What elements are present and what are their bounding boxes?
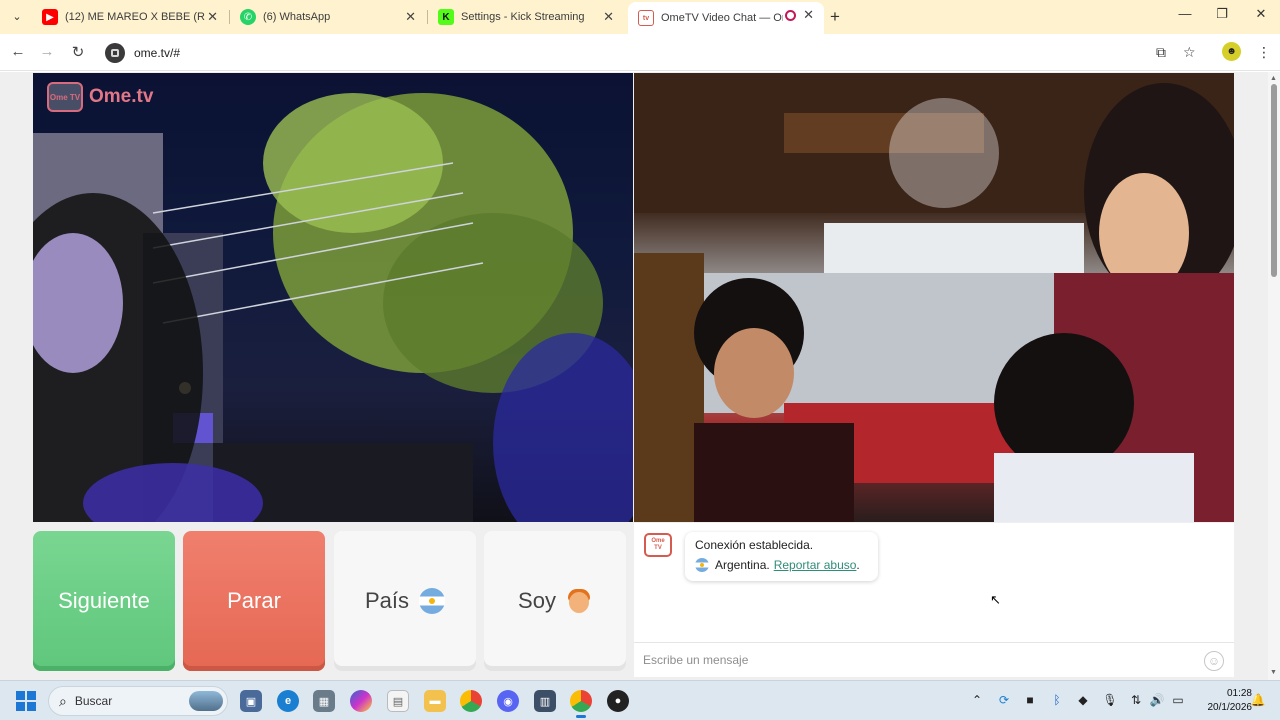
scrollbar[interactable]: ▲ ▼ xyxy=(1268,72,1280,680)
close-icon[interactable]: ✕ xyxy=(803,7,814,23)
ometv-logo-text: Ome.tv xyxy=(89,86,154,107)
install-app-icon[interactable]: ⧉ xyxy=(1156,44,1166,61)
next-button-label: Siguiente xyxy=(58,588,150,613)
ometv-logo-badge: Ome TV xyxy=(47,82,83,112)
search-icon: ⌕ xyxy=(59,692,67,709)
kick-icon: K xyxy=(438,9,454,25)
tray-overflow-icon[interactable]: ⌃ xyxy=(969,693,985,707)
close-window-icon[interactable]: ✕ xyxy=(1251,6,1271,22)
next-button[interactable]: Siguiente xyxy=(33,531,175,671)
stop-button-label: Parar xyxy=(227,588,281,613)
search-label: Buscar xyxy=(74,694,113,708)
minimize-icon[interactable]: — xyxy=(1175,6,1195,21)
boy-avatar-icon xyxy=(566,588,592,614)
youtube-icon: ▶ xyxy=(42,9,58,25)
nvidia-icon[interactable]: ■ xyxy=(1022,693,1038,707)
tab-strip: ⌄ ▶ (12) ME MAREO X BEBE (REMIX ✕ ✆ (6) … xyxy=(0,0,1280,34)
scroll-thumb[interactable] xyxy=(1271,84,1277,277)
photos-app-icon[interactable]: ▣ xyxy=(240,690,262,712)
obs-icon[interactable]: ● xyxy=(607,690,629,712)
microphone-icon[interactable]: 🎙 xyxy=(1102,693,1118,707)
tab-search-chevron-icon[interactable]: ⌄ xyxy=(8,8,26,26)
chrome-icon[interactable] xyxy=(460,690,482,712)
close-icon[interactable]: ✕ xyxy=(405,9,416,25)
scroll-down-icon[interactable]: ▼ xyxy=(1270,669,1277,676)
search-highlight-image xyxy=(189,691,223,711)
reload-icon[interactable]: ↻ xyxy=(69,43,87,61)
gender-button[interactable]: Soy xyxy=(484,531,626,671)
stop-button[interactable]: Parar xyxy=(183,531,325,671)
chat-panel: Ome TV Conexión establecida. Argentina. R… xyxy=(634,523,1234,677)
whatsapp-icon: ✆ xyxy=(240,9,256,25)
file-explorer-icon[interactable]: ▬ xyxy=(424,690,446,712)
notification-bell-icon[interactable]: 🔔 xyxy=(1250,693,1266,707)
tab-title: OmeTV Video Chat — Ome xyxy=(661,12,783,24)
tab-title: Settings - Kick Streaming xyxy=(461,11,585,23)
taskbar-clock[interactable]: 01:28 20/1/2026 xyxy=(1192,687,1253,715)
message-input[interactable] xyxy=(643,653,1183,667)
ometv-logo[interactable]: Ome TV Ome.tv xyxy=(47,82,153,112)
recording-icon xyxy=(785,10,796,21)
report-abuse-link[interactable]: Reportar abuso xyxy=(774,558,857,572)
back-icon[interactable]: ← xyxy=(9,43,27,60)
new-tab-button[interactable]: + xyxy=(830,7,840,27)
partner-country: Argentina. xyxy=(715,558,770,572)
self-video xyxy=(634,73,1234,522)
discord-icon[interactable]: ◉ xyxy=(497,690,519,712)
tab-title: (6) WhatsApp xyxy=(263,11,331,23)
battery-icon[interactable]: ▭ xyxy=(1170,693,1186,707)
close-icon[interactable]: ✕ xyxy=(603,9,614,25)
site-info-icon[interactable] xyxy=(105,42,125,63)
calculator-icon[interactable]: ▦ xyxy=(313,690,335,712)
system-message: Conexión establecida. Argentina. Reporta… xyxy=(685,532,878,581)
country-button-label: País xyxy=(364,588,410,613)
copilot-icon[interactable] xyxy=(350,690,372,712)
forward-icon[interactable]: → xyxy=(38,43,56,60)
tab-ometv[interactable]: tv OmeTV Video Chat — Ome ✕ xyxy=(628,2,824,34)
windows-taskbar: ⌕ Buscar ▣ e ▦ ▤ ▬ ◉ ▥ ● ⌃ ⟳ ■ ᛒ ◆ 🎙 ⇅ 🔊… xyxy=(0,680,1280,720)
url-text[interactable]: ome.tv/# xyxy=(134,46,180,60)
maximize-icon[interactable]: ❐ xyxy=(1212,6,1232,22)
bluetooth-icon[interactable]: ᛒ xyxy=(1049,693,1065,707)
stranger-video-scene xyxy=(33,93,633,522)
menu-kebab-icon[interactable]: ⋮ xyxy=(1257,44,1271,61)
tab-whatsapp[interactable]: ✆ (6) WhatsApp ✕ xyxy=(230,4,426,30)
clock-date: 20/1/2026 xyxy=(1207,702,1253,713)
bookmark-star-icon[interactable]: ☆ xyxy=(1183,44,1196,61)
clock-time: 01:28 xyxy=(1226,688,1252,699)
close-icon[interactable]: ✕ xyxy=(207,9,218,25)
edge-icon[interactable]: e xyxy=(277,690,299,712)
country-filter-button[interactable]: País xyxy=(334,531,476,671)
app-tray-icon[interactable]: ◆ xyxy=(1075,693,1091,707)
chrome-profile-icon[interactable] xyxy=(570,690,592,718)
scroll-up-icon[interactable]: ▲ xyxy=(1270,75,1277,82)
tab-title: (12) ME MAREO X BEBE (REMIX xyxy=(65,11,205,23)
ometv-icon: tv xyxy=(638,10,654,26)
gender-button-label: Soy xyxy=(518,588,556,613)
report-suffix: . xyxy=(856,558,860,572)
ometv-chat-icon: Ome TV xyxy=(644,533,672,557)
mouse-cursor-icon: ↖ xyxy=(990,592,1001,607)
emoji-icon[interactable]: ☺ xyxy=(1204,651,1224,671)
address-bar[interactable]: ome.tv/# xyxy=(100,39,1210,66)
tab-kick[interactable]: K Settings - Kick Streaming ✕ xyxy=(428,4,624,30)
stranger-video xyxy=(33,73,633,522)
connection-status: Conexión establecida. xyxy=(695,538,814,552)
taskbar-search[interactable]: ⌕ Buscar xyxy=(48,686,228,716)
chat-input-row: ☺ xyxy=(634,642,1234,677)
network-icon[interactable]: ⇅ xyxy=(1128,693,1144,707)
notepad-icon[interactable]: ▤ xyxy=(387,690,409,712)
volume-icon[interactable]: 🔊 xyxy=(1149,693,1165,707)
sync-icon[interactable]: ⟳ xyxy=(996,693,1012,707)
profile-avatar-icon[interactable]: ☻ xyxy=(1222,42,1241,61)
argentina-flag-icon xyxy=(419,588,446,614)
argentina-flag-icon xyxy=(695,558,709,572)
tab-youtube[interactable]: ▶ (12) ME MAREO X BEBE (REMIX ✕ xyxy=(32,4,228,30)
windows-start-icon[interactable] xyxy=(16,691,36,711)
self-video-scene xyxy=(634,73,1234,522)
app-icon[interactable]: ▥ xyxy=(534,690,556,712)
browser-toolbar: ← → ↻ ome.tv/# ⧉ ☆ ☻ ⋮ xyxy=(0,34,1280,71)
